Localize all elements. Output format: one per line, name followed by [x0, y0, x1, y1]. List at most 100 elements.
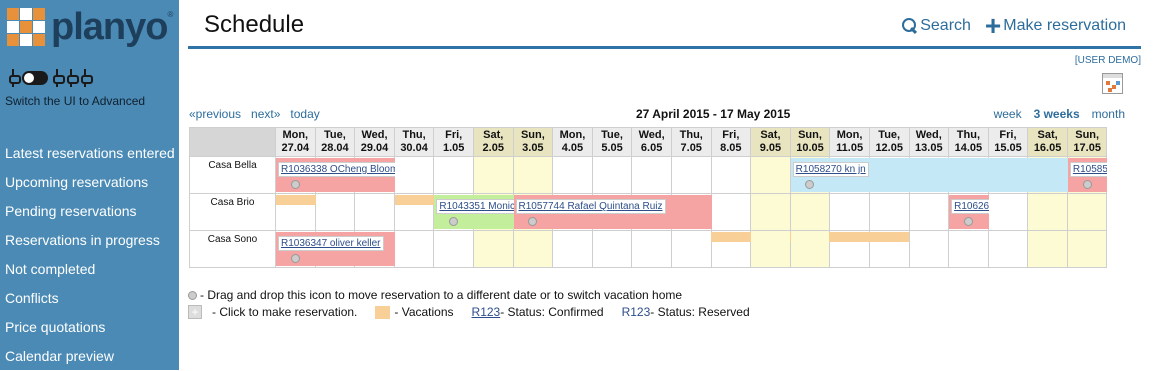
- reservation-link[interactable]: R1036347 oliver keller: [278, 236, 384, 251]
- day-cell[interactable]: [472, 156, 514, 194]
- previous-link[interactable]: «previous: [189, 107, 241, 121]
- make-reservation-button[interactable]: + Make reservation: [985, 12, 1126, 40]
- day-cell[interactable]: [631, 230, 672, 268]
- day-cell[interactable]: [987, 230, 1029, 268]
- reservation-link[interactable]: R1043351 Monic: [436, 199, 514, 214]
- day-date: 15.05: [994, 142, 1022, 154]
- today-link[interactable]: today: [290, 107, 319, 121]
- sidebar-item-price-quotations[interactable]: Price quotations: [5, 313, 175, 342]
- day-cell[interactable]: [868, 193, 910, 231]
- sidebar-item-upcoming-reservations[interactable]: Upcoming reservations: [5, 168, 175, 197]
- legend-drag: - Drag and drop this icon to move reserv…: [188, 288, 682, 302]
- day-cell[interactable]: [710, 230, 752, 268]
- day-cell[interactable]: R105856: [1066, 156, 1108, 194]
- day-cell[interactable]: R1058270 kn jn: [750, 156, 1068, 194]
- day-date: 9.05: [759, 142, 782, 154]
- day-cell[interactable]: [710, 156, 752, 194]
- day-cell[interactable]: [512, 230, 554, 268]
- reservation-block[interactable]: R105856: [1067, 158, 1108, 192]
- day-cell[interactable]: [512, 156, 554, 194]
- day-date: 29.04: [360, 142, 389, 154]
- day-cell[interactable]: [829, 230, 870, 268]
- day-cell[interactable]: [1027, 193, 1068, 231]
- sidebar-item-not-completed[interactable]: Not completed: [5, 255, 175, 284]
- day-cell[interactable]: [1066, 193, 1108, 231]
- day-cell[interactable]: [948, 230, 989, 268]
- reservation-link[interactable]: R1058270 kn jn: [792, 162, 869, 177]
- reservation-block[interactable]: R1036347 oliver keller: [276, 232, 395, 266]
- sidebar-item-reservations-in-progress[interactable]: Reservations in progress: [5, 226, 175, 255]
- drag-handle-icon[interactable]: [1082, 180, 1092, 189]
- day-cell[interactable]: [750, 230, 791, 268]
- drag-handle-icon[interactable]: [290, 180, 300, 189]
- view-3-weeks[interactable]: 3 weeks: [1034, 107, 1080, 121]
- reservation-block[interactable]: R106267: [949, 195, 989, 229]
- sidebar-item-pending-reservations[interactable]: Pending reservations: [5, 197, 175, 226]
- confirmed-sample-link[interactable]: R123: [472, 305, 501, 319]
- drag-handle-icon[interactable]: [528, 217, 538, 226]
- day-cell[interactable]: [552, 230, 593, 268]
- day-cell[interactable]: [552, 156, 593, 194]
- day-cell[interactable]: [987, 193, 1029, 231]
- drag-handle-icon[interactable]: [290, 254, 300, 263]
- day-cell[interactable]: [433, 156, 474, 194]
- drag-handle-icon[interactable]: [449, 217, 459, 226]
- reservation-block[interactable]: R1036338 OCheng Bloomf: [276, 158, 395, 192]
- reservation-block[interactable]: R1043351 Monic: [434, 195, 514, 229]
- search-button[interactable]: Search: [902, 17, 971, 35]
- day-cell[interactable]: [354, 193, 395, 231]
- day-cell[interactable]: R106267: [948, 193, 989, 231]
- switch-ui-label[interactable]: Switch the UI to Advanced: [5, 94, 145, 108]
- day-cell[interactable]: [670, 156, 712, 194]
- day-cell[interactable]: R1036338 OCheng Bloomf: [275, 156, 395, 194]
- reservation-link[interactable]: R106267: [951, 199, 989, 214]
- drag-handle-icon[interactable]: [963, 217, 973, 226]
- day-header: Mon, 4.05: [552, 127, 593, 157]
- day-cell[interactable]: R1043351 Monic: [433, 193, 514, 231]
- day-cell[interactable]: [591, 230, 633, 268]
- day-cell[interactable]: [670, 230, 910, 268]
- day-cell[interactable]: [1066, 230, 1108, 268]
- sidebar-item-latest-reservations[interactable]: Latest reservations entered: [5, 139, 175, 168]
- day-cell[interactable]: [710, 193, 752, 231]
- planyo-logo[interactable]: planyo ®: [7, 8, 173, 46]
- day-cell[interactable]: [314, 193, 356, 231]
- reservation-block[interactable]: R1057744 Rafael Quintana Ruiz: [513, 195, 712, 229]
- drag-handle-icon[interactable]: [805, 180, 815, 189]
- day-cell[interactable]: R1036347 oliver keller: [275, 230, 395, 268]
- resource-row: Casa Sono R1036347 oliver keller: [189, 230, 1108, 268]
- resource-row: Casa Bella R1036338 OCheng Bloomf R1058270…: [189, 156, 1108, 194]
- day-date: 17.05: [1073, 142, 1101, 154]
- day-cell[interactable]: [789, 230, 831, 268]
- day-cell[interactable]: [591, 156, 633, 194]
- day-cell[interactable]: [750, 193, 791, 231]
- day-cell[interactable]: [631, 156, 672, 194]
- day-header: Sat, 2.05: [472, 127, 514, 157]
- calendar-icon[interactable]: [1102, 73, 1123, 94]
- day-cell[interactable]: [908, 230, 950, 268]
- sidebar-item-calendar-preview[interactable]: Calendar preview: [5, 342, 175, 371]
- day-cell[interactable]: [393, 156, 435, 194]
- next-link[interactable]: next»: [251, 107, 280, 121]
- day-cell[interactable]: [829, 193, 870, 231]
- day-cell[interactable]: [908, 193, 950, 231]
- sidebar-item-conflicts[interactable]: Conflicts: [5, 284, 175, 313]
- toggle-icon[interactable]: [22, 71, 48, 85]
- reservation-link[interactable]: R1036338 OCheng Bloomf: [278, 162, 395, 177]
- reservation-block[interactable]: R1058270 kn jn: [790, 158, 1068, 192]
- day-cell[interactable]: [789, 193, 831, 231]
- day-cell[interactable]: [868, 230, 910, 268]
- view-week[interactable]: week: [994, 107, 1022, 121]
- day-cell[interactable]: [1027, 230, 1068, 268]
- day-cell[interactable]: [472, 230, 514, 268]
- day-cell[interactable]: [393, 230, 435, 268]
- day-cell[interactable]: [393, 193, 435, 231]
- reservation-link[interactable]: R105856: [1069, 162, 1108, 177]
- ui-mode-switch[interactable]: [8, 69, 93, 87]
- reservation-link[interactable]: R1057744 Rafael Quintana Ruiz: [515, 199, 666, 214]
- day-cell[interactable]: [275, 193, 316, 231]
- view-month[interactable]: month: [1092, 107, 1125, 121]
- day-date: 11.05: [836, 142, 864, 154]
- day-cell[interactable]: [433, 230, 474, 268]
- user-tag[interactable]: [USER DEMO]: [1075, 55, 1141, 66]
